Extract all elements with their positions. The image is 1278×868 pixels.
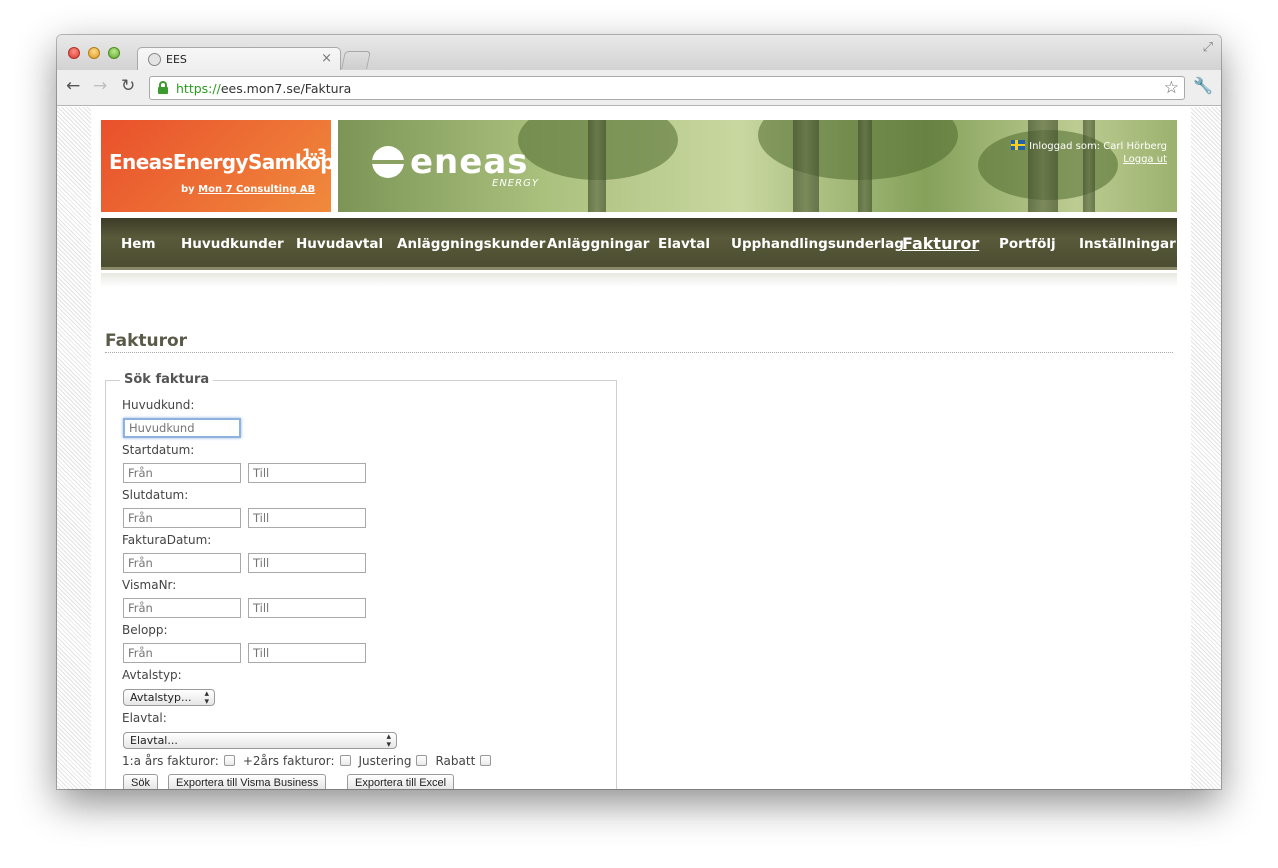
nav-item-installningar[interactable]: Inställningar (1079, 236, 1176, 252)
form-legend: Sök faktura (120, 372, 214, 387)
brand-word: eneas (410, 142, 529, 182)
vismanr-label: VismaNr: (122, 578, 177, 592)
search-invoice-form: Sök faktura Huvudkund: Startdatum: Slutd… (105, 372, 617, 789)
page-title: Fakturor (105, 331, 188, 351)
title-bar: EES × ⤢ (57, 35, 1221, 71)
startdatum-to-input[interactable] (248, 463, 366, 483)
huvudkund-input[interactable] (123, 418, 241, 438)
nav-item-upphandlingsunderlag[interactable]: Upphandlingsunderlag (731, 236, 904, 252)
close-window-button[interactable] (68, 47, 80, 59)
avtalstyp-select[interactable]: Avtalstyp... ▴ ▾ (123, 689, 215, 707)
slutdatum-from-input[interactable] (123, 508, 241, 528)
forward-arrow-icon[interactable]: → (93, 76, 107, 96)
second-year-checkbox[interactable] (339, 755, 351, 766)
consulting-link[interactable]: Mon 7 Consulting AB (198, 184, 315, 195)
justering-label: Justering (358, 753, 412, 768)
export-excel-button[interactable]: Exportera till Excel (347, 774, 455, 789)
nav-item-anlaggningar[interactable]: Anläggningar (547, 236, 649, 252)
browser-window: EES × ⤢ ← → ↻ https://ees.mon7.se/Faktur… (57, 35, 1221, 789)
nav-item-fakturor[interactable]: Fakturor (902, 234, 979, 253)
back-arrow-icon[interactable]: ← (66, 76, 80, 96)
elavtal-value: Elavtal... (130, 734, 178, 747)
browser-toolbar: ← → ↻ https://ees.mon7.se/Faktura ☆ 🔧 (57, 70, 1221, 106)
globe-icon (148, 53, 161, 66)
rabatt-checkbox[interactable] (480, 755, 492, 766)
vismanr-to-input[interactable] (248, 598, 366, 618)
logout-link[interactable]: Logga ut (1123, 154, 1167, 165)
vismanr-from-input[interactable] (123, 598, 241, 618)
updown-arrows-icon: ▴ ▾ (386, 732, 391, 750)
login-info: Inloggad som: Carl Hörberg Logga ut (1011, 140, 1167, 166)
new-tab-button[interactable] (341, 51, 371, 69)
nav-item-portfolj[interactable]: Portfölj (999, 236, 1056, 252)
startdatum-from-input[interactable] (123, 463, 241, 483)
fullscreen-icon[interactable]: ⤢ (1203, 40, 1213, 55)
slutdatum-label: Slutdatum: (122, 488, 189, 502)
first-year-checkbox[interactable] (223, 755, 235, 766)
minimize-window-button[interactable] (88, 47, 100, 59)
logged-in-text: Inloggad som: Carl Hörberg (1029, 141, 1167, 152)
rabatt-label: Rabatt (435, 753, 476, 768)
tab-title: EES (166, 53, 187, 66)
elavtal-label: Elavtal: (122, 711, 167, 725)
logo-version: 1.3 (302, 147, 327, 163)
belopp-to-input[interactable] (248, 643, 366, 663)
export-visma-button[interactable]: Exportera till Visma Business (168, 774, 327, 789)
avtalstyp-label: Avtalstyp: (122, 668, 182, 682)
belopp-from-input[interactable] (123, 643, 241, 663)
address-bar[interactable]: https://ees.mon7.se/Faktura ☆ (149, 76, 1185, 100)
tab-close-icon[interactable]: × (321, 51, 332, 66)
fakturadatum-from-input[interactable] (123, 553, 241, 573)
browser-tab[interactable]: EES × (137, 47, 341, 71)
main-navigation: Hem Huvudkunder Huvudavtal Anläggningsku… (101, 218, 1177, 270)
nav-item-huvudkunder[interactable]: Huvudkunder (181, 236, 284, 252)
nav-item-elavtal[interactable]: Elavtal (658, 236, 710, 252)
page-content: EneasEnergySamköp 1.3 by Mon 7 Consultin… (91, 107, 1191, 789)
startdatum-label: Startdatum: (122, 443, 195, 457)
fakturadatum-label: FakturaDatum: (122, 533, 212, 547)
zoom-window-button[interactable] (108, 47, 120, 59)
slutdatum-to-input[interactable] (248, 508, 366, 528)
swedish-flag-icon[interactable] (1011, 140, 1026, 150)
page-viewport: EneasEnergySamköp 1.3 by Mon 7 Consultin… (57, 107, 1221, 789)
bookmark-star-icon[interactable]: ☆ (1164, 78, 1179, 98)
title-divider (105, 352, 1173, 353)
url-text[interactable]: https://ees.mon7.se/Faktura (176, 81, 351, 96)
nav-item-hem[interactable]: Hem (121, 236, 156, 252)
nav-item-huvudavtal[interactable]: Huvudavtal (296, 236, 383, 252)
logo-title: EneasEnergySamköp (109, 150, 335, 174)
lock-icon (158, 81, 168, 94)
nav-item-anlaggningskunder[interactable]: Anläggningskunder (397, 236, 545, 252)
elavtal-select[interactable]: Elavtal... ▴ ▾ (123, 732, 397, 750)
justering-checkbox[interactable] (416, 755, 428, 766)
logo-byline: by Mon 7 Consulting AB (181, 184, 316, 195)
reload-icon[interactable]: ↻ (121, 76, 135, 96)
huvudkund-label: Huvudkund: (122, 398, 195, 412)
nav-shadow (101, 273, 1177, 287)
second-year-label: +2års fakturor: (242, 753, 335, 768)
fakturadatum-to-input[interactable] (248, 553, 366, 573)
avtalstyp-value: Avtalstyp... (130, 691, 192, 704)
updown-arrows-icon: ▴ ▾ (204, 689, 209, 707)
belopp-label: Belopp: (122, 623, 168, 637)
wrench-icon[interactable]: 🔧 (1193, 76, 1213, 95)
search-button[interactable]: Sök (123, 774, 158, 789)
app-logo[interactable]: EneasEnergySamköp 1.3 by Mon 7 Consultin… (101, 120, 335, 212)
header-banner: eneas ENERGY Inloggad som: Carl Hörberg … (338, 120, 1177, 212)
filter-checkboxes: 1:a års fakturor: +2års fakturor: Justerin… (122, 753, 499, 768)
brand-subtitle: ENERGY (492, 178, 539, 189)
first-year-label: 1:a års fakturor: (122, 753, 219, 768)
